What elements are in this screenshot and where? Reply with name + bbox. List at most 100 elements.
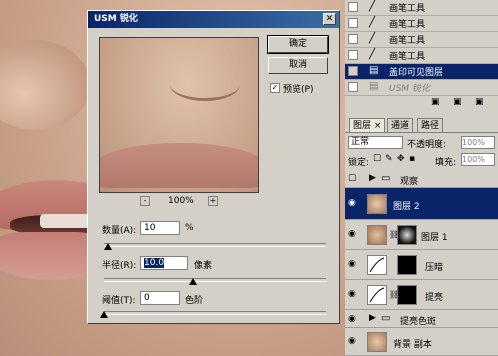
eye-icon[interactable]: ◉ [348, 259, 356, 269]
layer-name: 图层 1 [421, 233, 448, 243]
trash-icon[interactable]: ▣ [475, 97, 484, 107]
layer-name: 提亮色斑 [400, 317, 437, 327]
preview-checkbox[interactable]: ✓ [270, 83, 280, 93]
layer-row-selected[interactable]: ◉ 图层 2 [345, 188, 498, 220]
lock-label: 锁定: [348, 158, 370, 168]
layer-icon: ▤ [369, 65, 379, 76]
opacity-input[interactable]: 100% [461, 136, 495, 149]
new-snapshot-icon[interactable]: ▣ [453, 97, 462, 107]
layer-row[interactable]: ◉ ⛓ 提亮 [345, 280, 498, 310]
eye-icon[interactable]: ◉ [348, 336, 356, 346]
dialog-titlebar[interactable]: USM 锐化 ✕ [88, 11, 339, 28]
layer-name: 提亮 [425, 293, 444, 303]
layer-row[interactable]: ◉ 背景 副本 [345, 328, 498, 356]
zoom-level: 100% [168, 196, 194, 206]
expand-triangle-icon[interactable]: ▶ [369, 173, 376, 183]
close-icon[interactable]: ✕ [323, 13, 336, 25]
zoom-out-button[interactable]: - [140, 196, 150, 206]
history-item[interactable]: ╱ 画笔工具 [345, 48, 498, 64]
opacity-label: 不透明度: [407, 140, 447, 150]
tab-paths[interactable]: 路径 [417, 118, 444, 132]
threshold-slider-thumb[interactable] [100, 311, 108, 318]
ok-button[interactable]: 确定 [267, 35, 329, 54]
history-item-label: 画笔工具 [389, 4, 426, 14]
fill-input[interactable]: 100% [461, 153, 495, 166]
lock-all-icon[interactable]: ▪ [409, 154, 415, 164]
threshold-slider[interactable] [100, 311, 326, 318]
curves-adjustment-icon [367, 255, 387, 275]
preview-nose [170, 68, 240, 101]
curves-adjustment-icon [367, 285, 387, 305]
layer-name: 观察 [400, 177, 419, 187]
history-snapshot-box[interactable] [348, 2, 358, 12]
history-item-label: 画笔工具 [389, 52, 426, 62]
cancel-button[interactable]: 取消 [268, 57, 328, 74]
unsharp-mask-dialog: USM 锐化 ✕ - 100% + 确定 取消 ✓ 预览(P) 数量(A): 1… [87, 10, 340, 324]
history-snapshot-box[interactable] [348, 82, 358, 92]
layer-mask-thumbnail[interactable] [397, 255, 417, 275]
threshold-unit: 色阶 [185, 296, 204, 306]
layer-thumbnail [367, 332, 387, 352]
expand-triangle-icon[interactable]: ▶ [369, 313, 376, 323]
layer-mask-thumbnail[interactable] [397, 285, 417, 305]
radius-slider[interactable] [104, 278, 326, 285]
history-item-label: 画笔工具 [389, 36, 426, 46]
preview-label: 预览(P) [283, 85, 314, 95]
curves-graph [369, 257, 385, 273]
eye-icon[interactable]: ◉ [348, 314, 356, 324]
eye-icon[interactable]: ◉ [348, 229, 356, 239]
history-item[interactable]: ╱ 画笔工具 [345, 32, 498, 48]
radius-value: 10.0 [144, 258, 165, 268]
side-panel: ╱ 画笔工具 ╱ 画笔工具 ╱ 画笔工具 ╱ 画笔工具 ▤ 盖印可见图层 ▤ U… [345, 0, 498, 356]
radius-slider-thumb[interactable] [188, 278, 197, 285]
brush-icon: ╱ [369, 49, 376, 60]
layer-mask-thumbnail[interactable] [397, 225, 417, 245]
history-item-selected[interactable]: ▤ 盖印可见图层 [345, 64, 498, 80]
layer-name: 压暗 [425, 263, 444, 273]
brush-icon: ╱ [369, 33, 376, 44]
eye-icon[interactable]: ◉ [348, 198, 356, 208]
zoom-in-button[interactable]: + [208, 196, 218, 206]
radius-input[interactable]: 10.0 [140, 256, 188, 270]
brush-icon: ╱ [369, 1, 376, 12]
folder-icon: ▭ [381, 173, 391, 184]
history-brush-source[interactable] [348, 66, 358, 76]
amount-label: 数量(A): [102, 226, 137, 236]
history-snapshot-box[interactable] [348, 34, 358, 44]
history-item-label: 盖印可见图层 [389, 68, 444, 78]
history-item-label: USM 锐化 [389, 84, 430, 94]
layer-name: 背景 副本 [393, 340, 432, 350]
lock-brush-icon[interactable]: ✎ [385, 154, 393, 164]
visibility-box[interactable]: ☐ [348, 174, 356, 184]
history-footer: ▣ ▣ ▣ [345, 96, 498, 110]
history-snapshot-box[interactable] [348, 50, 358, 60]
layer-row[interactable]: ◉ ⛓ 图层 1 [345, 220, 498, 250]
history-item[interactable]: ╱ 画笔工具 [345, 16, 498, 32]
layer-row[interactable]: ◉ ▶ ▭ 提亮色斑 [345, 310, 498, 328]
preview-image[interactable] [99, 37, 259, 193]
layer-name: 图层 2 [393, 202, 420, 212]
amount-unit: % [185, 223, 194, 233]
lock-move-icon[interactable]: ✥ [397, 154, 405, 164]
layer-icon: ▤ [369, 81, 379, 92]
curves-graph [369, 287, 385, 303]
tab-channels[interactable]: 通道 [387, 118, 414, 132]
eye-icon[interactable]: ◉ [348, 289, 356, 299]
radius-label: 半径(R): [102, 261, 137, 271]
history-snapshot-box[interactable] [348, 18, 358, 28]
layer-thumbnail [367, 194, 387, 214]
lock-transparency-icon[interactable]: ☐ [373, 154, 381, 164]
layer-thumbnail [367, 225, 387, 245]
blend-mode-select[interactable]: 正常 [348, 136, 403, 149]
amount-input[interactable]: 10 [140, 221, 180, 235]
tab-layers[interactable]: 图层 × [349, 118, 386, 132]
amount-slider-thumb[interactable] [104, 243, 113, 250]
new-document-icon[interactable]: ▣ [431, 97, 440, 107]
history-item-dimmed[interactable]: ▤ USM 锐化 [345, 80, 498, 96]
layer-row[interactable]: ◉ 压暗 [345, 250, 498, 280]
layer-row[interactable]: ☐ ▶ ▭ 观察 [345, 170, 498, 188]
history-item[interactable]: ╱ 画笔工具 [345, 0, 498, 16]
amount-slider[interactable] [104, 243, 326, 250]
threshold-input[interactable]: 0 [140, 291, 180, 305]
folder-icon: ▭ [381, 313, 391, 324]
